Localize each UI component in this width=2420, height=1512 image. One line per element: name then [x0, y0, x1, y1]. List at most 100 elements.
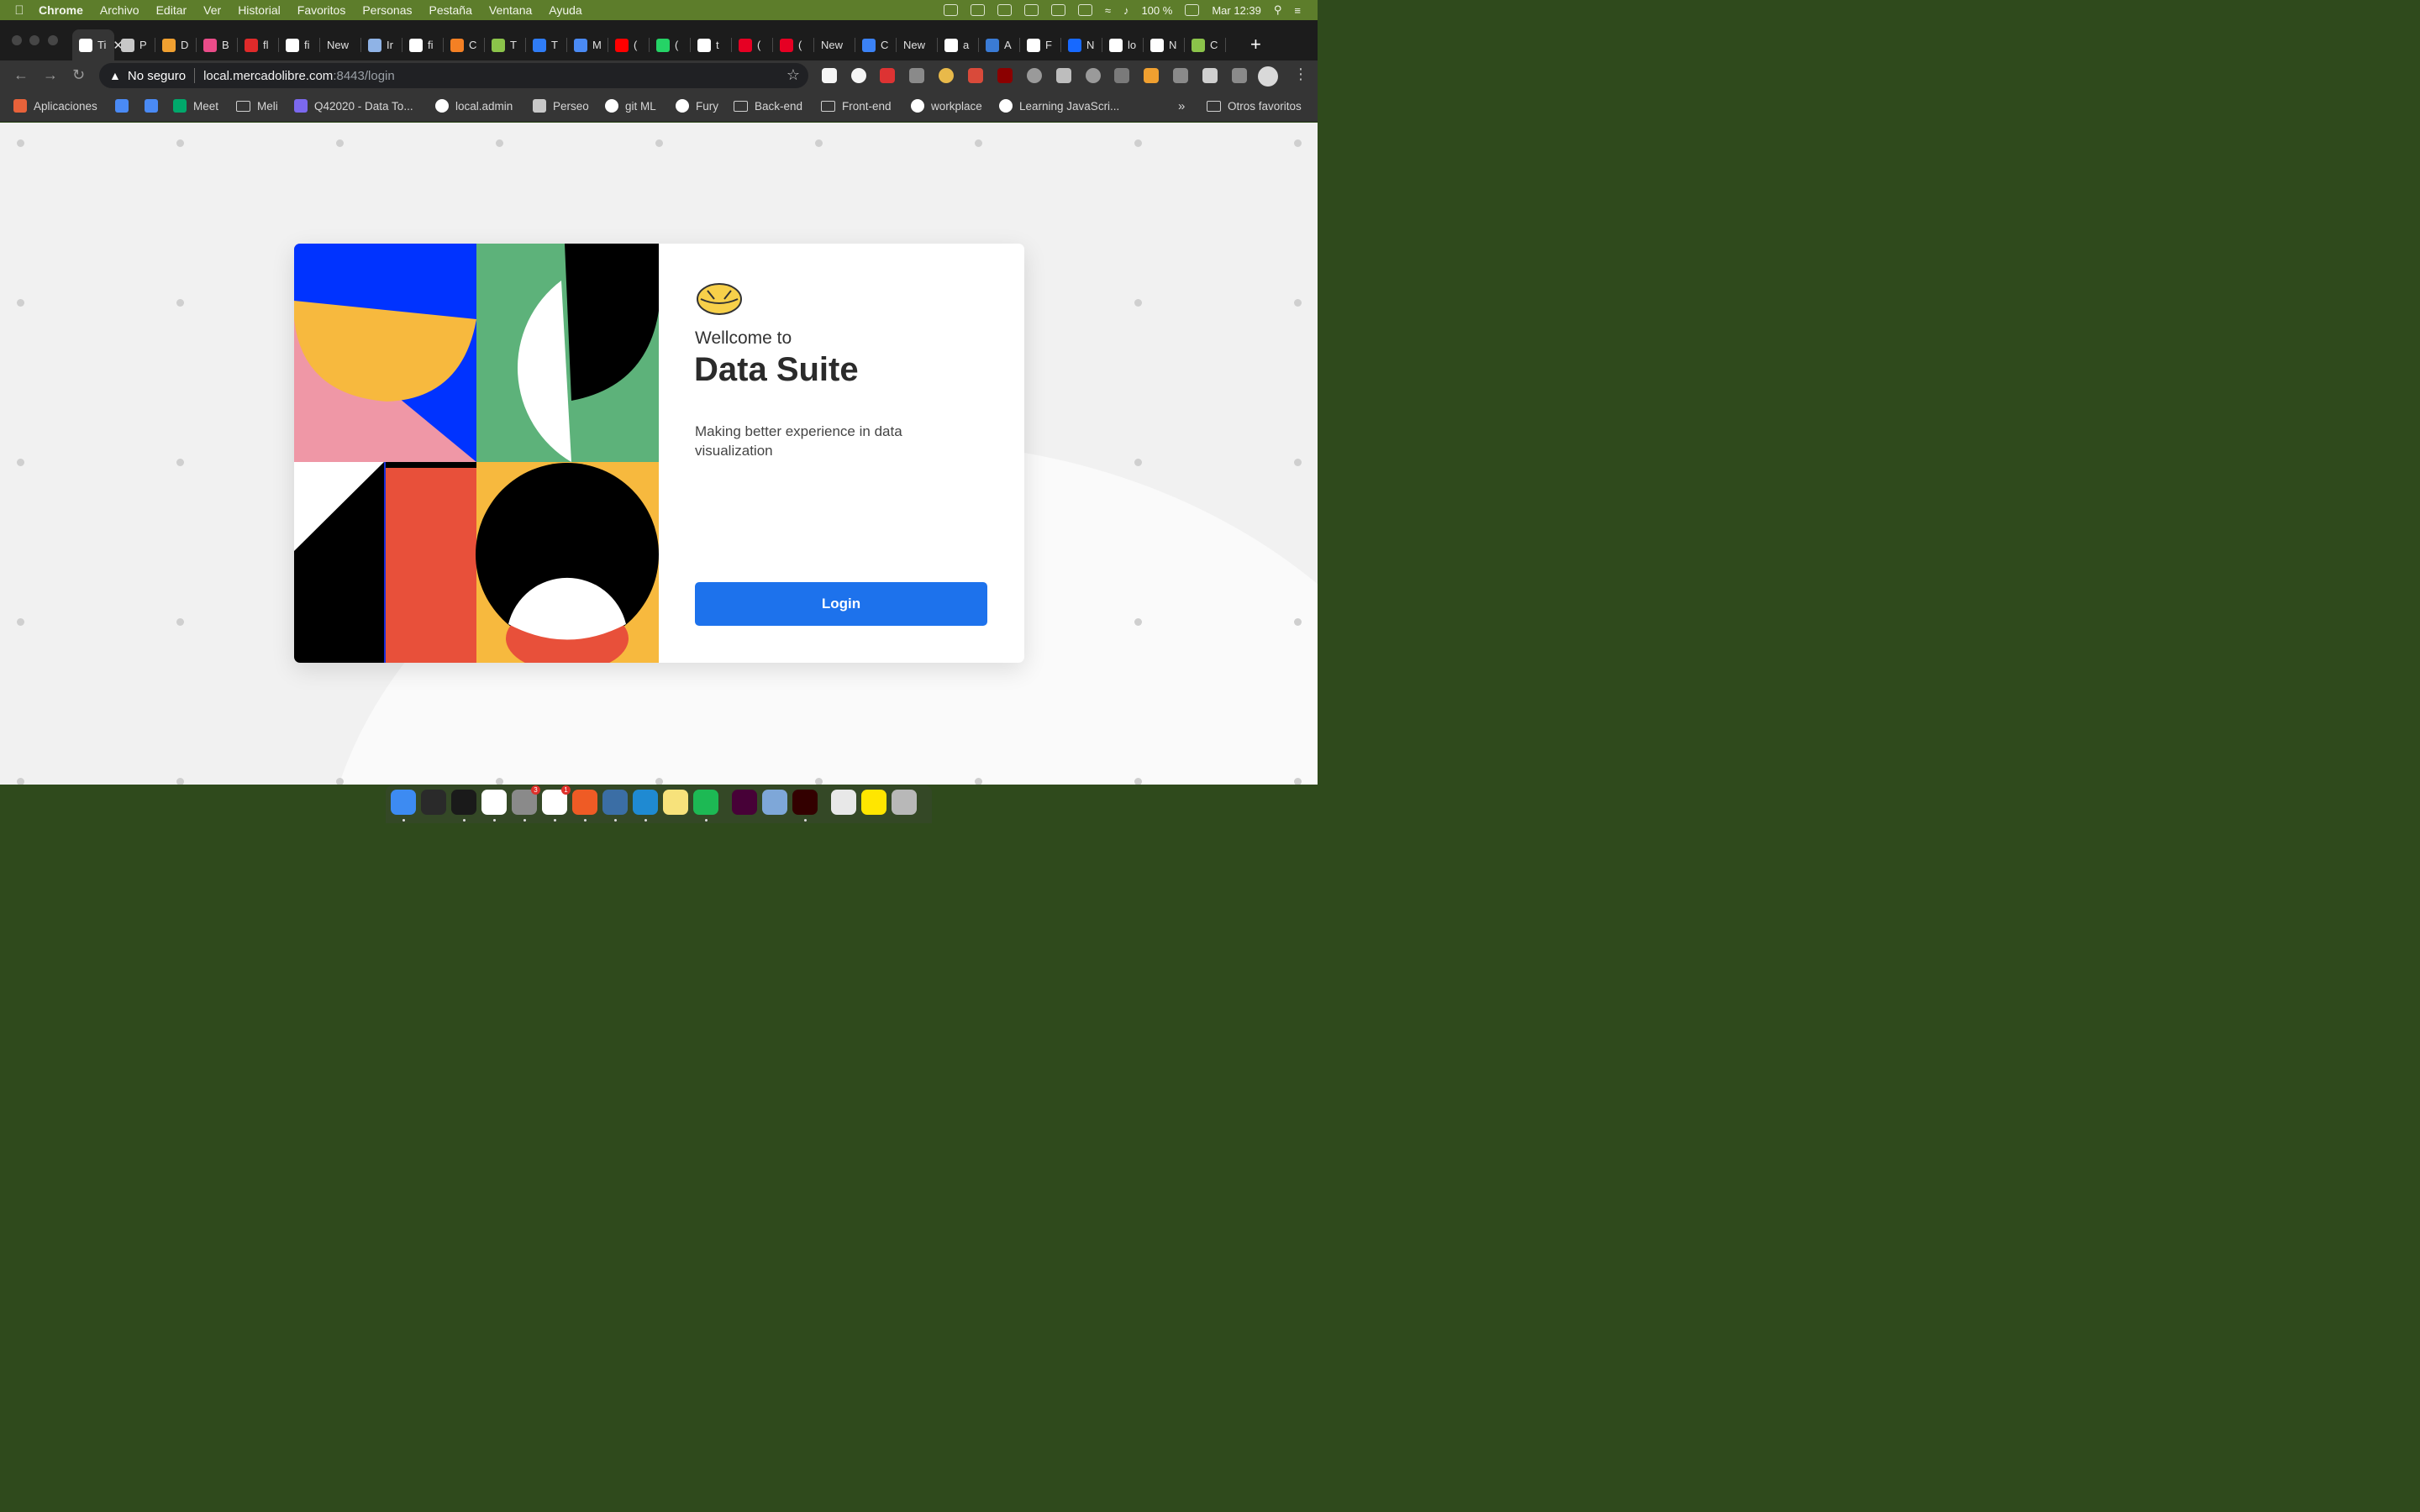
- browser-tab[interactable]: (: [773, 29, 814, 60]
- bookmark-item[interactable]: Aplicaciones: [13, 98, 97, 113]
- mercado-libre-folder-dock-icon[interactable]: [831, 790, 856, 815]
- new-tab-button[interactable]: +: [1250, 34, 1261, 55]
- browser-tab[interactable]: C: [444, 29, 485, 60]
- bookmark-folder[interactable]: Meli: [236, 98, 278, 113]
- chrome-menu-icon[interactable]: ⋮: [1293, 66, 1308, 83]
- extension-icon[interactable]: [1173, 68, 1188, 83]
- browser-tab[interactable]: a: [938, 29, 979, 60]
- mercado-libre-handshake-dock-icon[interactable]: [861, 790, 886, 815]
- browser-tab[interactable]: C: [855, 29, 897, 60]
- browser-tab[interactable]: N: [1061, 29, 1102, 60]
- profile-avatar[interactable]: [1258, 66, 1278, 87]
- browser-tab[interactable]: New: [814, 29, 855, 60]
- bookmark-item[interactable]: Q42020 - Data To...: [294, 98, 413, 113]
- browser-tab[interactable]: M: [567, 29, 608, 60]
- postman-dock-icon[interactable]: [572, 790, 597, 815]
- window-zoom-button[interactable]: [48, 35, 58, 45]
- browser-tab[interactable]: D: [155, 29, 197, 60]
- battery-icon[interactable]: [1185, 4, 1200, 16]
- cloud-upload-icon[interactable]: [1023, 4, 1039, 16]
- extension-icon[interactable]: [968, 68, 983, 83]
- clock[interactable]: Mar 12:39: [1212, 4, 1261, 17]
- other-bookmarks-folder[interactable]: Otros favoritos: [1207, 98, 1302, 113]
- settings-status-icon[interactable]: [997, 4, 1012, 16]
- forward-button[interactable]: →: [43, 66, 58, 84]
- browser-tab[interactable]: (: [732, 29, 773, 60]
- camera-extension-icon[interactable]: [1056, 68, 1071, 83]
- reading-list-icon[interactable]: [1232, 68, 1247, 83]
- browser-tab[interactable]: T: [485, 29, 526, 60]
- spotify-dock-icon[interactable]: [693, 790, 718, 815]
- browser-tab[interactable]: N: [1144, 29, 1185, 60]
- drive-extension-icon[interactable]: [909, 68, 924, 83]
- url-path[interactable]: :8443/login: [333, 69, 394, 83]
- network-status-icon[interactable]: [1077, 4, 1092, 16]
- menu-ventana[interactable]: Ventana: [489, 3, 532, 17]
- target-extension-icon[interactable]: [1027, 68, 1042, 83]
- spotlight-icon[interactable]: ⚲: [1274, 3, 1282, 17]
- vscode-dock-icon[interactable]: [633, 790, 658, 815]
- browser-tab[interactable]: Ir: [361, 29, 402, 60]
- bookmarks-overflow-button[interactable]: »: [1178, 98, 1185, 113]
- browser-tab[interactable]: P: [114, 29, 155, 60]
- browser-tab[interactable]: T: [526, 29, 567, 60]
- ublock-icon[interactable]: [997, 68, 1013, 83]
- menu-archivo[interactable]: Archivo: [100, 3, 139, 17]
- terminal-dock-icon[interactable]: [451, 790, 476, 815]
- system-preferences-dock-icon[interactable]: 3: [512, 785, 540, 815]
- back-button[interactable]: ←: [13, 66, 29, 84]
- bookmark-folder[interactable]: Back-end: [734, 98, 802, 113]
- battery-percent[interactable]: 100 %: [1141, 4, 1172, 17]
- notes-dock-icon[interactable]: [663, 790, 688, 815]
- trash-dock-icon[interactable]: [892, 790, 917, 815]
- menu-ver[interactable]: Ver: [203, 3, 221, 17]
- extensions-puzzle-icon[interactable]: [1202, 68, 1218, 83]
- menu-pestana[interactable]: Pestaña: [429, 3, 472, 17]
- browser-tab[interactable]: fl: [238, 29, 279, 60]
- warning-icon[interactable]: ▲: [109, 69, 121, 82]
- slack-dock-icon[interactable]: 1: [542, 785, 571, 815]
- browser-tab[interactable]: Ti ✕: [72, 29, 124, 60]
- globe-status-icon[interactable]: [943, 4, 958, 16]
- adobe-xd-dock-icon[interactable]: [732, 790, 757, 815]
- mysql-workbench-dock-icon[interactable]: [602, 790, 628, 815]
- bookmark-item[interactable]: workplace: [911, 98, 982, 113]
- browser-tab[interactable]: C: [1185, 29, 1226, 60]
- url-host[interactable]: local.mercadolibre.com: [203, 69, 333, 83]
- security-label[interactable]: No seguro: [128, 69, 186, 83]
- preview-dock-icon[interactable]: [762, 790, 787, 815]
- bookmark-item[interactable]: Perseo: [533, 98, 589, 113]
- menu-favoritos[interactable]: Favoritos: [297, 3, 346, 17]
- bookmark-item[interactable]: [145, 98, 165, 113]
- bookmark-folder[interactable]: Front-end: [821, 98, 892, 113]
- address-bar[interactable]: ▲ No seguro local.mercadolibre.com :8443…: [99, 63, 808, 88]
- cloud-sync-icon[interactable]: [1050, 4, 1065, 16]
- bookmark-item[interactable]: git ML: [605, 98, 656, 113]
- extension-icon[interactable]: [1086, 68, 1101, 83]
- browser-tab[interactable]: lo: [1102, 29, 1144, 60]
- browser-tab[interactable]: fi: [279, 29, 320, 60]
- menu-personas[interactable]: Personas: [362, 3, 412, 17]
- extension-badge-icon[interactable]: [880, 68, 895, 83]
- reload-button[interactable]: ↻: [72, 66, 85, 84]
- creative-cloud-icon[interactable]: [970, 4, 985, 16]
- volume-icon[interactable]: ♪: [1123, 4, 1129, 17]
- menu-historial[interactable]: Historial: [238, 3, 281, 17]
- login-button[interactable]: Login: [695, 582, 987, 626]
- window-minimize-button[interactable]: [29, 35, 39, 45]
- chrome-dock-icon[interactable]: [481, 790, 507, 815]
- bookmark-item[interactable]: local.admin: [435, 98, 513, 113]
- cast-icon[interactable]: [1114, 68, 1129, 83]
- browser-tab[interactable]: F: [1020, 29, 1061, 60]
- extension-icon[interactable]: [851, 68, 866, 83]
- menu-editar[interactable]: Editar: [156, 3, 187, 17]
- browser-tab[interactable]: (: [608, 29, 650, 60]
- browser-tab[interactable]: t: [691, 29, 732, 60]
- browser-tab[interactable]: A: [979, 29, 1020, 60]
- bookmark-item[interactable]: Fury: [676, 98, 718, 113]
- bookmark-item[interactable]: Learning JavaScri...: [999, 98, 1119, 113]
- browser-tab[interactable]: B: [197, 29, 238, 60]
- window-close-button[interactable]: [12, 35, 22, 45]
- activity-monitor-dock-icon[interactable]: [421, 790, 446, 815]
- apple-menu-icon[interactable]: : [0, 3, 39, 18]
